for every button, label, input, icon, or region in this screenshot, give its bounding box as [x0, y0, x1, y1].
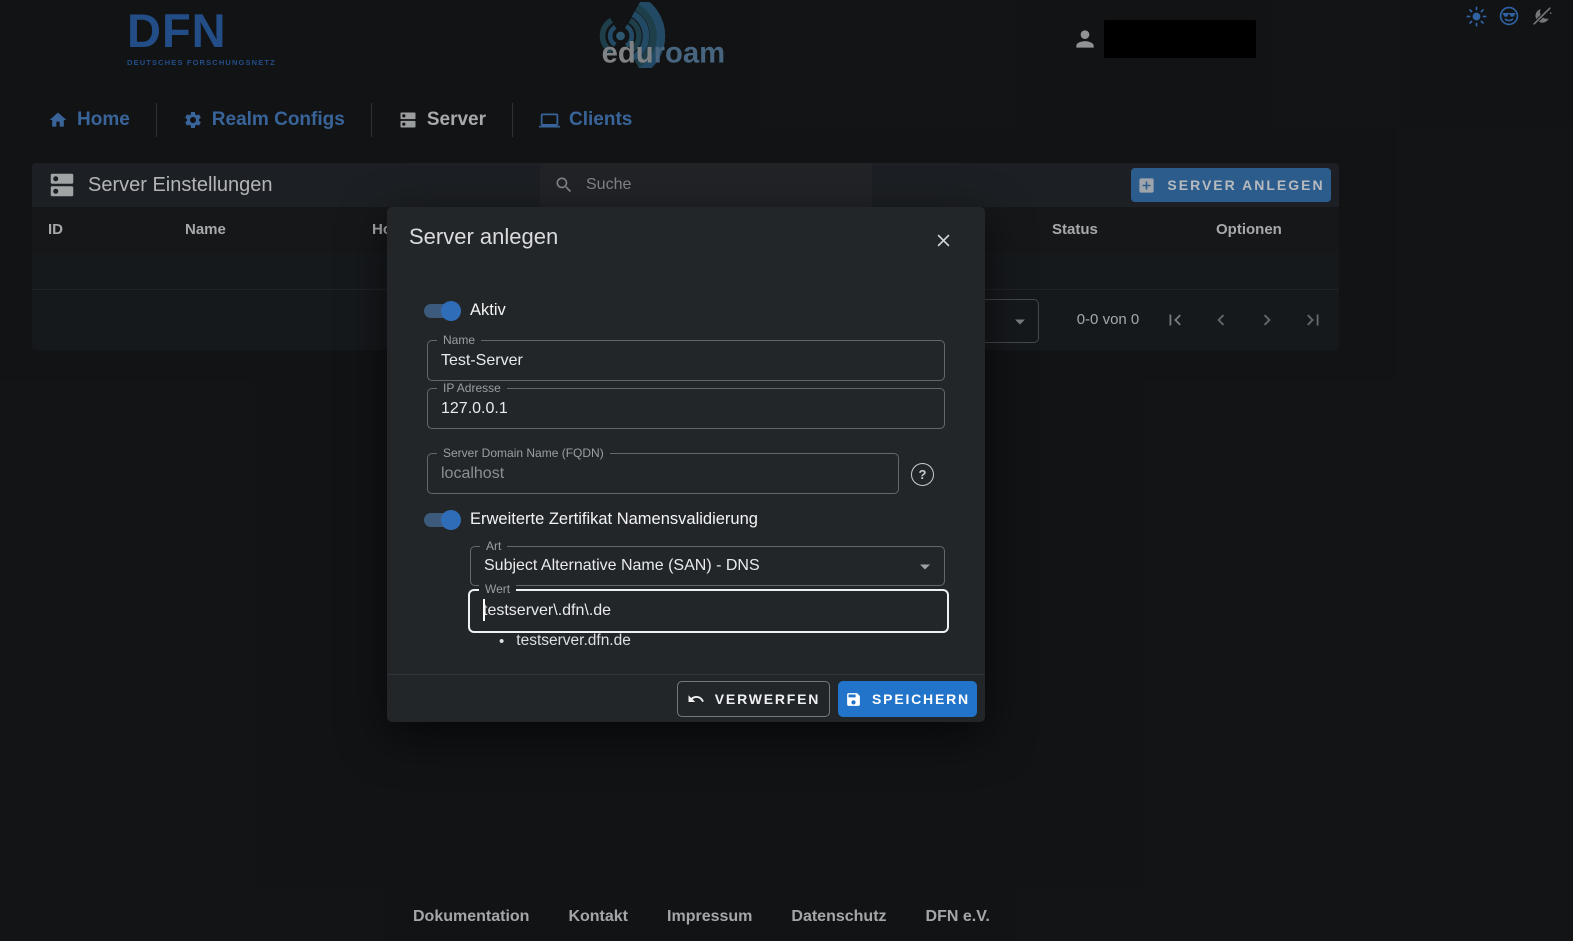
save-button-label: SPEICHERN	[872, 691, 970, 707]
text-caret	[483, 599, 485, 621]
app-window: DFN DEUTSCHES FORSCHUNGSNETZ eduroam	[0, 0, 1573, 941]
ip-address-input[interactable]	[428, 389, 944, 428]
undo-icon	[687, 690, 705, 708]
san-preview-value: testserver.dfn.de	[516, 632, 631, 650]
toggle-switch-on	[424, 513, 458, 527]
fqdn-field: Server Domain Name (FQDN)	[427, 453, 899, 494]
art-select-value: Subject Alternative Name (SAN) - DNS	[484, 547, 760, 585]
san-preview-item: • testserver.dfn.de	[499, 632, 631, 650]
wert-field-focused: Wert	[468, 589, 949, 633]
cert-validation-toggle[interactable]: Erweiterte Zertifikat Namensvalidierung	[424, 510, 758, 529]
ip-address-field: IP Adresse	[427, 388, 945, 429]
fqdn-input[interactable]	[428, 454, 898, 493]
cert-validation-toggle-label: Erweiterte Zertifikat Namensvalidierung	[470, 510, 758, 529]
discard-button-label: VERWERFEN	[715, 691, 820, 707]
wert-input[interactable]	[470, 591, 947, 631]
name-field: Name	[427, 340, 945, 381]
bullet-icon: •	[499, 633, 504, 650]
chevron-down-icon	[919, 563, 931, 571]
fqdn-help-icon[interactable]: ?	[911, 463, 934, 486]
create-server-dialog: Server anlegen Aktiv Name IP Adresse Ser…	[387, 207, 985, 722]
toggle-switch-on	[424, 304, 458, 318]
dialog-footer-divider	[387, 674, 985, 675]
close-icon	[935, 232, 952, 249]
save-floppy-icon	[845, 691, 862, 708]
name-input[interactable]	[428, 341, 944, 380]
aktiv-toggle-label: Aktiv	[470, 301, 506, 320]
close-button[interactable]	[928, 225, 958, 255]
aktiv-toggle[interactable]: Aktiv	[424, 301, 506, 320]
save-button[interactable]: SPEICHERN	[838, 681, 977, 717]
art-select[interactable]: Art Subject Alternative Name (SAN) - DNS	[470, 546, 945, 586]
discard-button[interactable]: VERWERFEN	[677, 681, 830, 717]
dialog-title: Server anlegen	[409, 224, 558, 250]
